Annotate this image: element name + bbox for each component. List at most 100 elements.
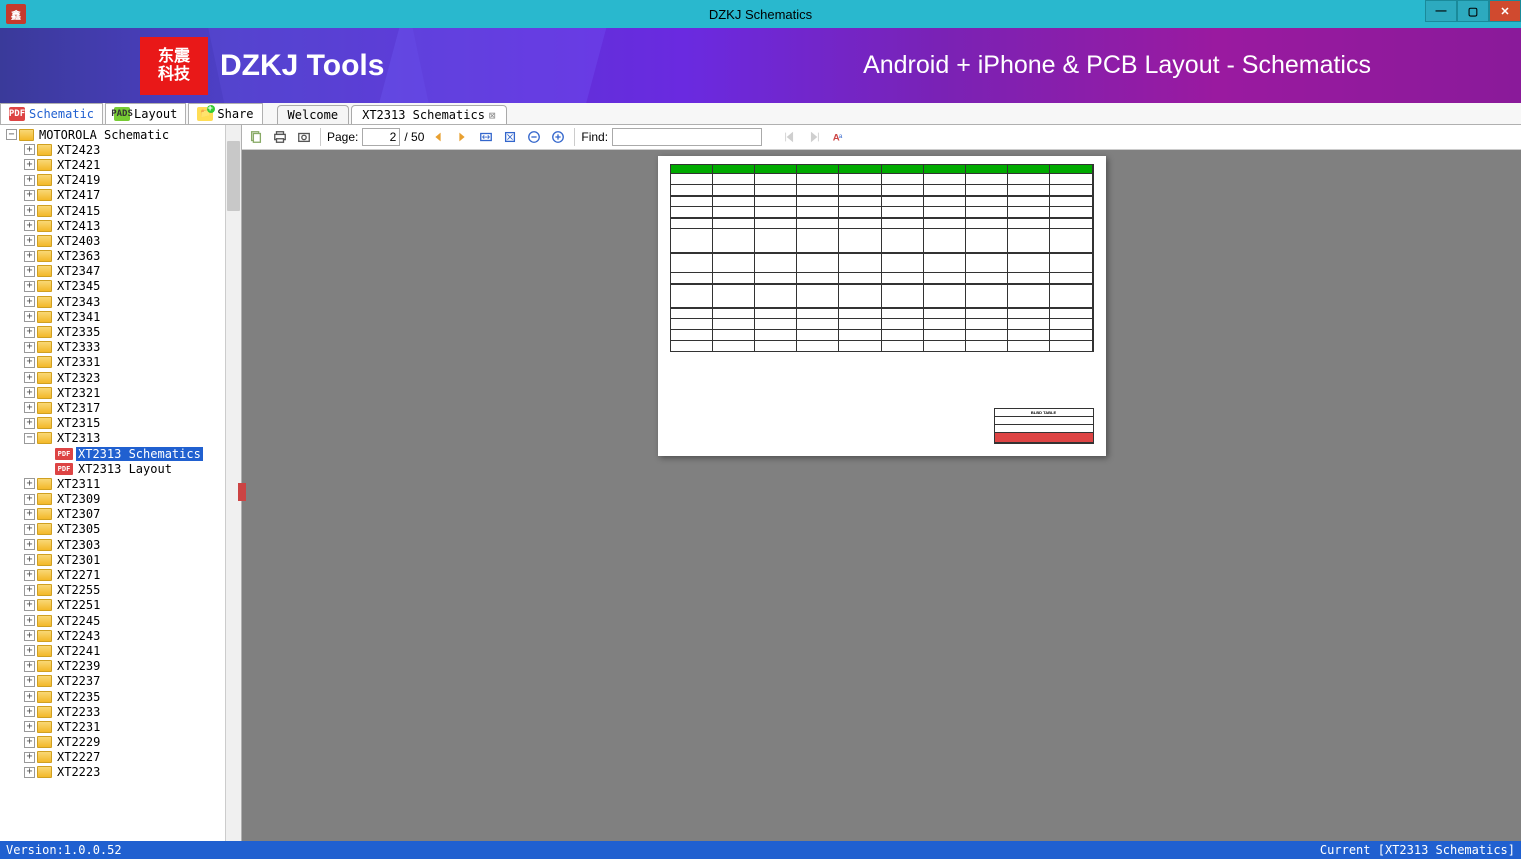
- tree-folder[interactable]: +XT2321: [0, 385, 241, 400]
- panel-tab-schematic[interactable]: PDF Schematic: [0, 103, 103, 124]
- expand-icon[interactable]: +: [24, 144, 35, 155]
- tree-folder[interactable]: −MOTOROLA Schematic: [0, 127, 241, 142]
- tree-folder[interactable]: +XT2333: [0, 340, 241, 355]
- tree-folder[interactable]: +XT2235: [0, 689, 241, 704]
- tree-folder[interactable]: +XT2255: [0, 583, 241, 598]
- scrollbar-thumb[interactable]: [227, 141, 240, 211]
- expand-icon[interactable]: +: [24, 235, 35, 246]
- expand-icon[interactable]: +: [24, 630, 35, 641]
- next-page-button[interactable]: [452, 127, 472, 147]
- tree-folder[interactable]: +XT2223: [0, 765, 241, 780]
- expand-icon[interactable]: +: [24, 615, 35, 626]
- find-prev-button[interactable]: [780, 127, 800, 147]
- expand-icon[interactable]: +: [24, 600, 35, 611]
- tree-folder[interactable]: +XT2251: [0, 598, 241, 613]
- expand-icon[interactable]: +: [24, 524, 35, 535]
- expand-icon[interactable]: +: [24, 266, 35, 277]
- tree-folder[interactable]: +XT2423: [0, 142, 241, 157]
- tree-folder[interactable]: +XT2317: [0, 400, 241, 415]
- collapse-icon[interactable]: −: [24, 433, 35, 444]
- tree-folder[interactable]: +XT2229: [0, 735, 241, 750]
- expand-icon[interactable]: +: [24, 554, 35, 565]
- expand-icon[interactable]: +: [24, 418, 35, 429]
- find-input[interactable]: [612, 128, 762, 146]
- tree-folder[interactable]: +XT2363: [0, 249, 241, 264]
- expand-icon[interactable]: +: [24, 251, 35, 262]
- expand-icon[interactable]: +: [24, 494, 35, 505]
- tree-folder[interactable]: +XT2301: [0, 552, 241, 567]
- tree-folder[interactable]: +XT2243: [0, 628, 241, 643]
- tree-folder[interactable]: −XT2313: [0, 431, 241, 446]
- tree-folder[interactable]: +XT2303: [0, 537, 241, 552]
- minimize-button[interactable]: —: [1425, 0, 1457, 22]
- expand-icon[interactable]: +: [24, 752, 35, 763]
- tree-folder[interactable]: +XT2415: [0, 203, 241, 218]
- expand-icon[interactable]: +: [24, 372, 35, 383]
- expand-icon[interactable]: +: [24, 767, 35, 778]
- expand-icon[interactable]: +: [24, 387, 35, 398]
- expand-icon[interactable]: +: [24, 706, 35, 717]
- collapse-icon[interactable]: −: [6, 129, 17, 140]
- page-input[interactable]: [362, 128, 400, 146]
- tree-folder[interactable]: +XT2271: [0, 567, 241, 582]
- expand-icon[interactable]: +: [24, 190, 35, 201]
- expand-icon[interactable]: +: [24, 478, 35, 489]
- find-options-button[interactable]: Aa: [828, 127, 848, 147]
- expand-icon[interactable]: +: [24, 327, 35, 338]
- expand-icon[interactable]: +: [24, 296, 35, 307]
- panel-tab-share[interactable]: 📁 Share: [188, 103, 262, 124]
- pdf-viewer[interactable]: BLBD TABLE: [242, 150, 1521, 841]
- document-tab[interactable]: XT2313 Schematics⊠: [351, 105, 506, 124]
- expand-icon[interactable]: +: [24, 281, 35, 292]
- expand-icon[interactable]: +: [24, 570, 35, 581]
- expand-icon[interactable]: +: [24, 691, 35, 702]
- tree-folder[interactable]: +XT2419: [0, 173, 241, 188]
- close-button[interactable]: ✕: [1489, 0, 1521, 22]
- expand-icon[interactable]: +: [24, 661, 35, 672]
- tree-folder[interactable]: +XT2345: [0, 279, 241, 294]
- tree-folder[interactable]: +XT2421: [0, 157, 241, 172]
- tree-folder[interactable]: +XT2413: [0, 218, 241, 233]
- tree-folder[interactable]: +XT2237: [0, 674, 241, 689]
- expand-icon[interactable]: +: [24, 402, 35, 413]
- tree-folder[interactable]: +XT2227: [0, 750, 241, 765]
- expand-icon[interactable]: +: [24, 159, 35, 170]
- expand-icon[interactable]: +: [24, 585, 35, 596]
- tree-folder[interactable]: +XT2331: [0, 355, 241, 370]
- tree-folder[interactable]: +XT2347: [0, 264, 241, 279]
- splitter-handle[interactable]: [238, 483, 246, 501]
- tree-file[interactable]: PDFXT2313 Schematics: [0, 446, 241, 461]
- expand-icon[interactable]: +: [24, 539, 35, 550]
- print-button[interactable]: [270, 127, 290, 147]
- tree-folder[interactable]: +XT2309: [0, 492, 241, 507]
- sidebar[interactable]: −MOTOROLA Schematic+XT2423+XT2421+XT2419…: [0, 125, 242, 841]
- tree-folder[interactable]: +XT2341: [0, 309, 241, 324]
- zoom-in-button[interactable]: [548, 127, 568, 147]
- tree-folder[interactable]: +XT2305: [0, 522, 241, 537]
- tree-folder[interactable]: +XT2233: [0, 704, 241, 719]
- tree-folder[interactable]: +XT2343: [0, 294, 241, 309]
- expand-icon[interactable]: +: [24, 311, 35, 322]
- tree-folder[interactable]: +XT2239: [0, 659, 241, 674]
- tree-folder[interactable]: +XT2231: [0, 719, 241, 734]
- tree-folder[interactable]: +XT2403: [0, 233, 241, 248]
- prev-page-button[interactable]: [428, 127, 448, 147]
- expand-icon[interactable]: +: [24, 175, 35, 186]
- tree-folder[interactable]: +XT2311: [0, 476, 241, 491]
- fit-width-button[interactable]: [476, 127, 496, 147]
- copy-button[interactable]: [246, 127, 266, 147]
- expand-icon[interactable]: +: [24, 509, 35, 520]
- expand-icon[interactable]: +: [24, 220, 35, 231]
- zoom-out-button[interactable]: [524, 127, 544, 147]
- panel-tab-layout[interactable]: PADS Layout: [105, 103, 186, 124]
- expand-icon[interactable]: +: [24, 645, 35, 656]
- tree-folder[interactable]: +XT2245: [0, 613, 241, 628]
- tree-folder[interactable]: +XT2315: [0, 416, 241, 431]
- tree-file[interactable]: PDFXT2313 Layout: [0, 461, 241, 476]
- tree-folder[interactable]: +XT2335: [0, 324, 241, 339]
- close-tab-icon[interactable]: ⊠: [489, 109, 496, 122]
- expand-icon[interactable]: +: [24, 357, 35, 368]
- find-next-button[interactable]: [804, 127, 824, 147]
- tree-folder[interactable]: +XT2417: [0, 188, 241, 203]
- document-tab[interactable]: Welcome: [277, 105, 350, 124]
